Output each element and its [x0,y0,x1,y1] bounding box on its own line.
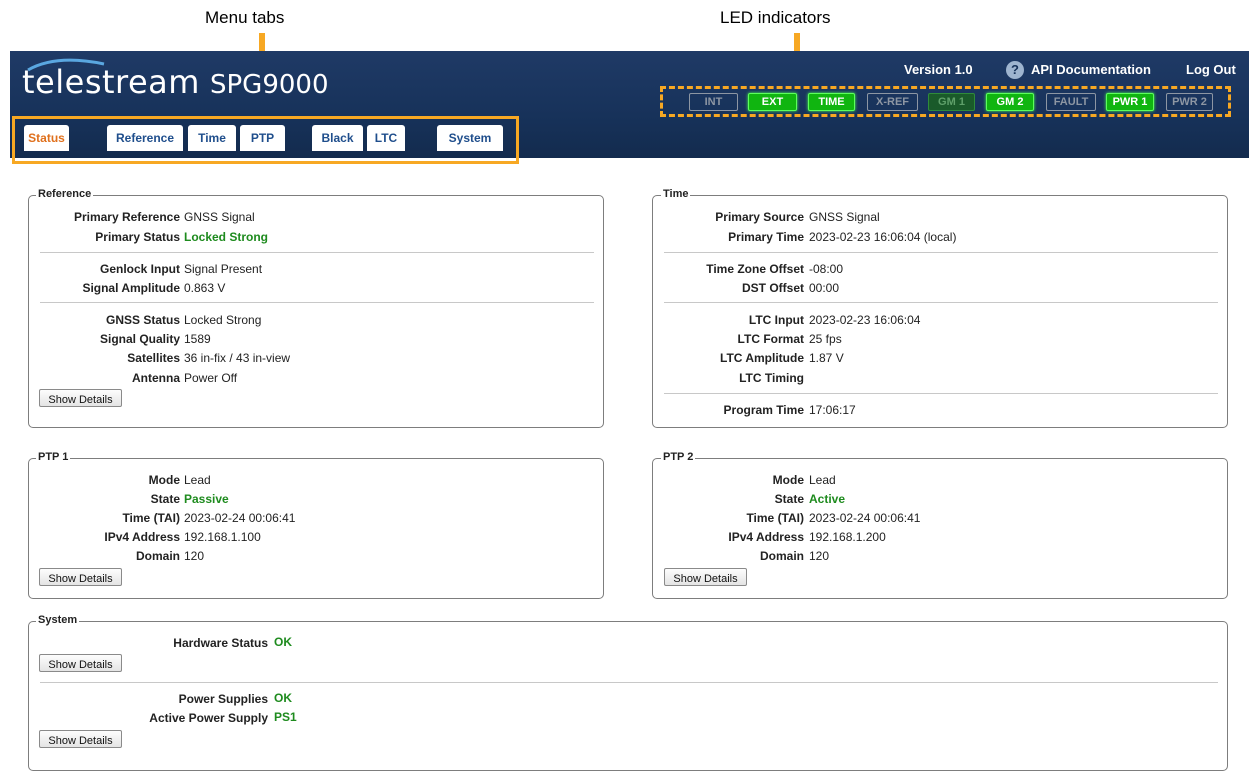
reference-show-details-button[interactable]: Show Details [39,389,122,407]
signal-amplitude-value: 0.863 V [184,281,226,295]
primary-time-label: Primary Time [728,230,804,244]
ptp1-time-tai-value: 2023-02-24 00:06:41 [184,511,296,525]
primary-reference-label: Primary Reference [73,210,180,224]
signal-quality-value: 1589 [184,332,211,346]
help-icon[interactable]: ? [1006,61,1024,79]
brand-logo: telestream [22,63,200,101]
gnss-status-label: GNSS Status [105,313,180,327]
callout-led-indicators: LED indicators [720,8,831,27]
hardware-status-value: OK [274,635,292,649]
gnss-status-value: Locked Strong [184,313,262,327]
ptp2-panel-title: PTP 2 [661,451,696,463]
ptp1-show-details-button[interactable]: Show Details [39,568,122,586]
primary-status-value: Locked Strong [184,230,269,244]
ptp2-domain-label: Domain [759,549,804,563]
ptp1-state-label: State [150,492,180,506]
led-highlight-box [660,86,1231,117]
ltc-amplitude-value: 1.87 V [809,351,844,365]
signal-amplitude-label: Signal Amplitude [82,281,180,295]
ptp1-domain-label: Domain [135,549,180,563]
version-label: Version 1.0 [904,62,973,77]
time-panel-title: Time [661,188,691,200]
hardware-show-details-button[interactable]: Show Details [39,654,122,672]
logout-link[interactable]: Log Out [1186,62,1236,77]
ptp2-time-tai-value: 2023-02-24 00:06:41 [809,511,921,525]
ptp1-state-value: Passive [184,492,229,506]
ptp1-mode-value: Lead [184,473,211,487]
ptp2-mode-label: Mode [772,473,804,487]
ptp2-state-value: Active [809,492,846,506]
primary-reference-value: GNSS Signal [184,210,255,224]
program-time-label: Program Time [723,403,804,417]
ltc-format-label: LTC Format [737,332,804,346]
ptp2-ipv4-value: 192.168.1.200 [809,530,886,544]
divider [40,302,594,303]
divider [664,393,1218,394]
api-documentation-link[interactable]: API Documentation [1031,62,1151,77]
power-show-details-button[interactable]: Show Details [39,730,122,748]
primary-source-label: Primary Source [715,210,804,224]
ptp1-time-tai-label: Time (TAI) [122,511,180,525]
divider [664,252,1218,253]
ptp1-panel-title: PTP 1 [36,451,71,463]
power-supplies-label: Power Supplies [178,692,268,706]
callout-menu-tabs: Menu tabs [205,8,285,27]
tabs-highlight-box [12,116,519,164]
ptp2-state-label: State [774,492,804,506]
divider [40,682,1218,683]
time-zone-offset-label: Time Zone Offset [706,262,804,276]
dst-offset-label: DST Offset [741,281,804,295]
antenna-value: Power Off [184,371,238,385]
ltc-timing-label: LTC Timing [739,371,804,385]
satellites-value: 36 in-fix / 43 in-view [184,351,291,365]
dst-offset-value: 00:00 [809,281,840,295]
ptp1-ipv4-value: 192.168.1.100 [184,530,261,544]
active-power-supply-label: Active Power Supply [149,711,268,725]
primary-status-label: Primary Status [95,230,180,244]
ptp2-time-tai-label: Time (TAI) [746,511,804,525]
device-model: SPG9000 [210,70,329,100]
divider [40,252,594,253]
program-time-value: 17:06:17 [809,403,856,417]
ptp2-ipv4-label: IPv4 Address [728,530,804,544]
active-power-supply-value: PS1 [274,710,297,724]
reference-panel-title: Reference [36,188,94,200]
antenna-label: Antenna [132,371,180,385]
ltc-input-value: 2023-02-23 16:06:04 [809,313,921,327]
power-supplies-value: OK [274,691,292,705]
satellites-label: Satellites [127,351,180,365]
divider [664,302,1218,303]
hardware-status-label: Hardware Status [173,636,268,650]
ptp1-mode-label: Mode [148,473,180,487]
genlock-input-label: Genlock Input [99,262,180,276]
ptp2-show-details-button[interactable]: Show Details [664,568,747,586]
primary-source-value: GNSS Signal [809,210,880,224]
signal-quality-label: Signal Quality [99,332,180,346]
ltc-amplitude-label: LTC Amplitude [720,351,804,365]
ptp2-mode-value: Lead [809,473,836,487]
ptp1-domain-value: 120 [184,549,205,563]
system-panel-title: System [36,614,80,626]
ptp1-ipv4-label: IPv4 Address [104,530,180,544]
time-zone-offset-value: -08:00 [809,262,844,276]
ltc-input-label: LTC Input [748,313,804,327]
genlock-input-value: Signal Present [184,262,263,276]
ltc-format-value: 25 fps [809,332,842,346]
ptp2-domain-value: 120 [809,549,830,563]
primary-time-value: 2023-02-23 16:06:04 (local) [809,230,957,244]
